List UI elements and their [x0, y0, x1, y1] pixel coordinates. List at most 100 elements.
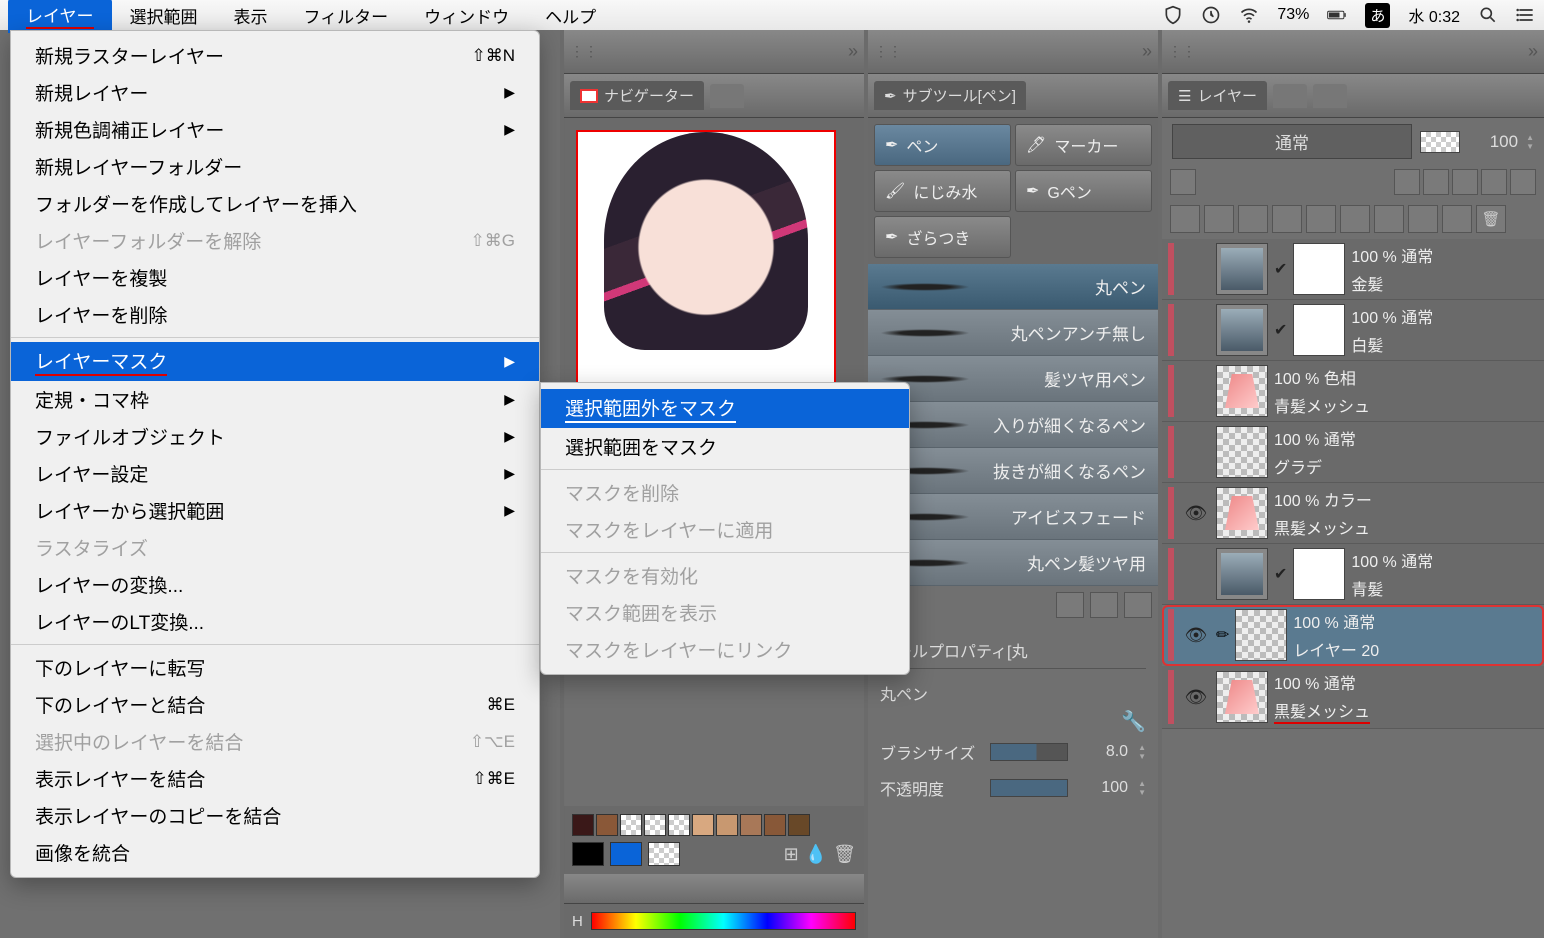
- layer-thumbnail[interactable]: [1216, 304, 1268, 356]
- visibility-toggle[interactable]: [1182, 255, 1210, 283]
- dd-flatten-image[interactable]: 画像を統合: [11, 834, 539, 871]
- collapse-icon[interactable]: »: [1142, 41, 1152, 62]
- new-vector-icon[interactable]: [1238, 205, 1268, 233]
- dd-new-layer[interactable]: 新規レイヤー▶: [11, 74, 539, 111]
- layer-thumbnail[interactable]: [1216, 548, 1268, 600]
- shield-icon[interactable]: [1163, 5, 1183, 25]
- layer-row[interactable]: 👁 100 % カラー黒髪メッシュ: [1162, 483, 1544, 544]
- layer-row[interactable]: 100 % 色相青髪メッシュ: [1162, 361, 1544, 422]
- dd-duplicate-layer[interactable]: レイヤーを複製: [11, 259, 539, 296]
- blend-mode-select[interactable]: 通常: [1172, 124, 1412, 159]
- subtool-pen[interactable]: ✒ペン: [874, 124, 1011, 166]
- pen-preset[interactable]: 抜きが細くなるペン: [868, 448, 1158, 494]
- layer-row[interactable]: ✔ 100 % 通常白髪: [1162, 300, 1544, 361]
- new-folder-icon[interactable]: [1272, 205, 1302, 233]
- subtool-texture[interactable]: ✒ざらつき: [874, 216, 1011, 258]
- grip-icon[interactable]: ⋮⋮: [1168, 43, 1196, 60]
- dd-layer-mask[interactable]: レイヤーマスク▶: [11, 342, 539, 381]
- subtool-blur[interactable]: 🖌にじみ水: [874, 170, 1011, 212]
- menu-view[interactable]: 表示: [216, 0, 286, 32]
- subtool-marker[interactable]: 🖊マーカー: [1015, 124, 1152, 166]
- dd-delete-layer[interactable]: レイヤーを削除: [11, 296, 539, 333]
- dd-merge-visible-copy[interactable]: 表示レイヤーのコピーを結合: [11, 797, 539, 834]
- subtool-gpen[interactable]: ✒Gペン: [1015, 170, 1152, 212]
- menu-layer[interactable]: レイヤー: [8, 0, 112, 33]
- dd-merge-down[interactable]: 下のレイヤーと結合⌘E: [11, 686, 539, 723]
- pen-preset[interactable]: 丸ペン髪ツヤ用: [868, 540, 1158, 586]
- grip-icon[interactable]: ⋮⋮: [874, 43, 902, 60]
- dd-convert-layer[interactable]: レイヤーの変換...: [11, 566, 539, 603]
- lock-all-icon[interactable]: [1394, 169, 1420, 195]
- stepper-icon[interactable]: ▲▼: [1138, 743, 1146, 761]
- collapse-icon[interactable]: »: [848, 41, 858, 62]
- ruler-icon[interactable]: [1442, 205, 1472, 233]
- layer-thumbnail[interactable]: [1216, 365, 1268, 417]
- merge-icon[interactable]: [1340, 205, 1370, 233]
- lock-alpha-icon[interactable]: [1452, 169, 1478, 195]
- drop-icon[interactable]: 💧: [805, 844, 827, 865]
- sm-mask-outside-selection[interactable]: 選択範囲外をマスク: [541, 389, 909, 428]
- visibility-toggle[interactable]: [1182, 560, 1210, 588]
- dd-selection-from-layer[interactable]: レイヤーから選択範囲▶: [11, 492, 539, 529]
- lock-pixel-icon[interactable]: [1423, 169, 1449, 195]
- dd-new-correction-layer[interactable]: 新規色調補正レイヤー▶: [11, 111, 539, 148]
- pen-preset[interactable]: 入りが細くなるペン: [868, 402, 1158, 448]
- dd-lt-convert[interactable]: レイヤーのLT変換...: [11, 603, 539, 640]
- mask-thumbnail[interactable]: [1293, 548, 1345, 600]
- reference-icon[interactable]: [1481, 169, 1507, 195]
- dd-file-object[interactable]: ファイルオブジェクト▶: [11, 418, 539, 455]
- draft-icon[interactable]: [1510, 169, 1536, 195]
- dd-ruler-frame[interactable]: 定規・コマ枠▶: [11, 381, 539, 418]
- layer-color-icon[interactable]: [1170, 205, 1200, 233]
- clip-icon[interactable]: [1170, 169, 1196, 195]
- battery-icon[interactable]: [1327, 5, 1347, 25]
- menu-help[interactable]: ヘルプ: [527, 0, 614, 32]
- layer-row-selected[interactable]: 👁 ✏ 100 % 通常レイヤー 20: [1162, 605, 1544, 666]
- layer-row[interactable]: 👁 100 % 通常黒髪メッシュ: [1162, 666, 1544, 729]
- wrench-icon[interactable]: 🔧: [1121, 711, 1146, 733]
- collapse-icon[interactable]: »: [1528, 41, 1538, 62]
- menu-window[interactable]: ウィンドウ: [406, 0, 527, 32]
- secondary-tab[interactable]: [1273, 84, 1307, 108]
- navigator-tab[interactable]: ナビゲーター: [570, 81, 704, 110]
- menu-selection[interactable]: 選択範囲: [112, 0, 216, 32]
- secondary-tab[interactable]: [1313, 84, 1347, 108]
- navigator-preview[interactable]: [564, 118, 864, 402]
- menu-icon[interactable]: [1090, 592, 1118, 618]
- secondary-tab[interactable]: [710, 84, 744, 108]
- layer-thumbnail[interactable]: [1216, 243, 1268, 295]
- layer-row[interactable]: 100 % 通常グラデ: [1162, 422, 1544, 483]
- trash-icon[interactable]: 🗑: [833, 844, 856, 865]
- opacity-slider[interactable]: [990, 779, 1068, 797]
- visibility-toggle[interactable]: [1182, 377, 1210, 405]
- layer-row[interactable]: ✔ 100 % 通常金髪: [1162, 239, 1544, 300]
- duplicate-icon[interactable]: [1056, 592, 1084, 618]
- dd-create-folder-insert[interactable]: フォルダーを作成してレイヤーを挿入: [11, 185, 539, 222]
- pen-preset[interactable]: 丸ペン: [868, 264, 1158, 310]
- layer-thumbnail[interactable]: [1216, 671, 1268, 723]
- layer-tab[interactable]: ☰ レイヤー: [1168, 81, 1267, 110]
- clock[interactable]: 水 0:32: [1408, 3, 1460, 27]
- subtool-tab[interactable]: ✒ サブツール[ペン]: [874, 81, 1026, 110]
- dd-new-raster-layer[interactable]: 新規ラスターレイヤー⇧⌘N: [11, 37, 539, 74]
- bg-color[interactable]: [610, 842, 642, 866]
- visibility-toggle[interactable]: 👁: [1182, 621, 1210, 649]
- apply-mask-icon[interactable]: [1408, 205, 1438, 233]
- color-swatches[interactable]: [572, 814, 856, 836]
- visibility-toggle[interactable]: 👁: [1182, 499, 1210, 527]
- grip-icon[interactable]: ⋮⋮: [570, 43, 598, 60]
- spotlight-icon[interactable]: [1478, 5, 1498, 25]
- pen-preset[interactable]: 髪ツヤ用ペン: [868, 356, 1158, 402]
- trash-icon[interactable]: [1124, 592, 1152, 618]
- dd-merge-visible[interactable]: 表示レイヤーを結合⇧⌘E: [11, 760, 539, 797]
- visibility-toggle[interactable]: [1182, 438, 1210, 466]
- layer-thumbnail[interactable]: [1235, 609, 1287, 661]
- sm-mask-selection[interactable]: 選択範囲をマスク: [541, 428, 909, 465]
- layer-row[interactable]: ✔ 100 % 通常青髪: [1162, 544, 1544, 605]
- transparent-color[interactable]: [648, 842, 680, 866]
- dd-new-layer-folder[interactable]: 新規レイヤーフォルダー: [11, 148, 539, 185]
- dd-layer-settings[interactable]: レイヤー設定▶: [11, 455, 539, 492]
- hue-slider[interactable]: [591, 912, 856, 930]
- stepper-icon[interactable]: ▲▼: [1526, 133, 1534, 151]
- notification-center-icon[interactable]: [1516, 5, 1536, 25]
